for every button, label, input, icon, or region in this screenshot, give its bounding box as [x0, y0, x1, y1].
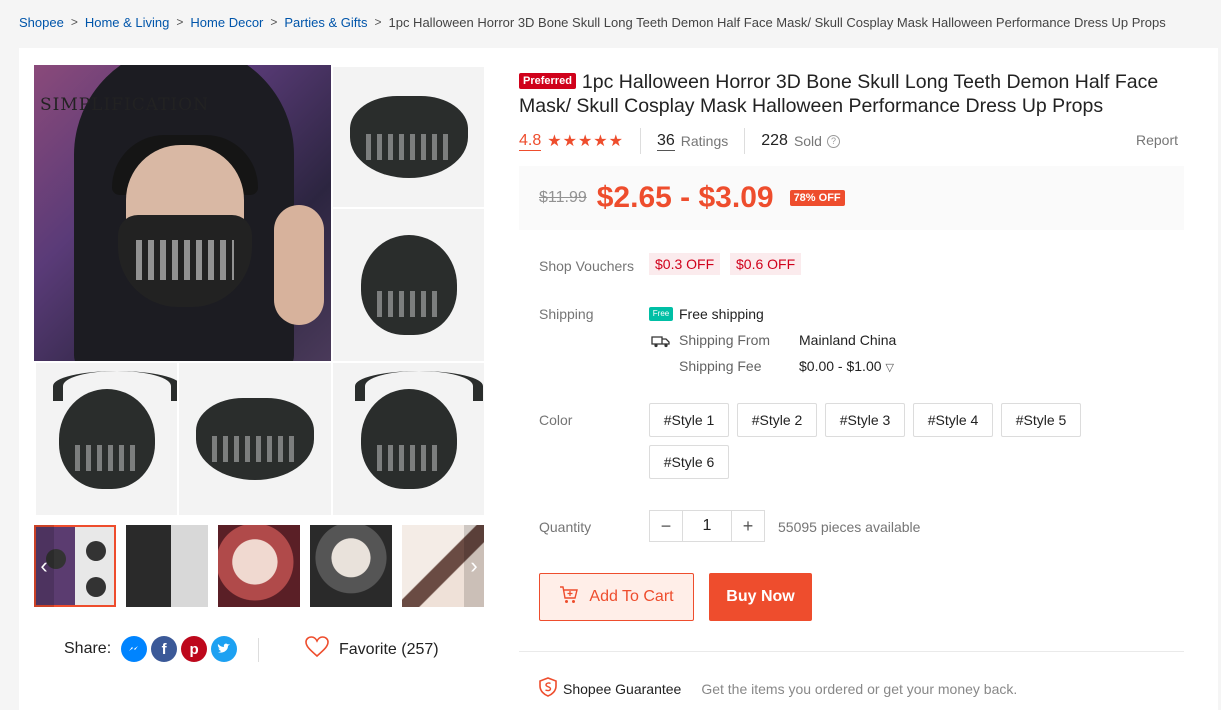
color-option-style-6[interactable]: #Style 6: [649, 445, 729, 479]
add-to-cart-label: Add To Cart: [589, 588, 674, 605]
main-product-image[interactable]: SIMPLIFICATION: [34, 65, 484, 515]
vouchers-label: Shop Vouchers: [539, 258, 634, 274]
add-to-cart-button[interactable]: Add To Cart: [539, 573, 694, 621]
product-card: SIMPLIFICATION ‹ › Share: f p Favorite (…: [19, 48, 1218, 710]
color-option-style-4[interactable]: #Style 4: [913, 403, 993, 437]
chevron-right-icon[interactable]: ›: [464, 525, 484, 607]
shipping-fee-dropdown[interactable]: $0.00 - $1.00 ▽: [799, 358, 894, 374]
price-box: $11.99 $2.65 - $3.09 78% OFF: [519, 166, 1184, 230]
divider: [258, 638, 259, 662]
color-option-style-1[interactable]: #Style 1: [649, 403, 729, 437]
rating-value[interactable]: 4.8: [519, 132, 542, 151]
color-option-style-3[interactable]: #Style 3: [825, 403, 905, 437]
breadcrumb-link-shopee[interactable]: Shopee: [19, 15, 64, 30]
voucher-chip[interactable]: $0.6 OFF: [730, 253, 802, 275]
shield-icon: [539, 677, 557, 700]
shipping-from-label: Shipping From: [679, 332, 771, 348]
color-option-style-5[interactable]: #Style 5: [1001, 403, 1081, 437]
discount-badge: 78% OFF: [789, 190, 845, 206]
mask-photo: [34, 361, 177, 515]
share-bar: Share: f p: [64, 636, 238, 662]
breadcrumb-current: 1pc Halloween Horror 3D Bone Skull Long …: [388, 14, 1166, 30]
ratings-count[interactable]: 36: [656, 132, 675, 151]
rating-stars-icon: ★★★★★: [547, 133, 624, 150]
product-title: Preferred 1pc Halloween Horror 3D Bone Sk…: [519, 70, 1199, 118]
color-option-style-2[interactable]: #Style 2: [737, 403, 817, 437]
chevron-right-icon: >: [70, 15, 78, 29]
breadcrumb-link-parties-gifts[interactable]: Parties & Gifts: [284, 15, 367, 30]
quantity-stepper: − 1 +: [649, 510, 765, 542]
divider: [639, 128, 641, 154]
favorite-label: Favorite (257): [339, 640, 439, 658]
mask-photo: [177, 361, 331, 515]
pinterest-icon[interactable]: p: [181, 636, 208, 662]
thumbnail-4[interactable]: [310, 525, 392, 607]
buy-now-button[interactable]: Buy Now: [709, 573, 812, 621]
quantity-input[interactable]: 1: [682, 511, 732, 541]
watermark-text: SIMPLIFICATION: [40, 95, 209, 115]
report-link[interactable]: Report: [1136, 132, 1178, 148]
current-price: $2.65 - $3.09: [596, 181, 774, 214]
preferred-badge: Preferred: [519, 73, 576, 89]
shopee-guarantee[interactable]: Shopee Guarantee Get the items you order…: [539, 677, 1017, 700]
messenger-icon[interactable]: [121, 636, 148, 662]
minus-icon[interactable]: −: [650, 511, 682, 541]
share-label: Share:: [64, 640, 112, 657]
chevron-right-icon: >: [176, 15, 184, 29]
guarantee-title: Shopee Guarantee: [563, 680, 682, 697]
divider: [744, 128, 746, 154]
chevron-left-icon[interactable]: ‹: [34, 525, 54, 607]
model-photo: SIMPLIFICATION: [34, 65, 331, 361]
chevron-down-icon: ▽: [885, 362, 894, 374]
plus-icon[interactable]: +: [732, 511, 764, 541]
shipping-from-value: Mainland China: [799, 332, 897, 348]
mask-photo: [331, 207, 484, 361]
divider: [519, 651, 1184, 652]
cart-icon: [559, 585, 579, 609]
shipping-fee-value: $0.00 - $1.00: [799, 358, 882, 374]
help-icon[interactable]: ?: [826, 134, 840, 148]
breadcrumb-link-home-living[interactable]: Home & Living: [85, 15, 170, 30]
product-stats: 4.8 ★★★★★ 36 Ratings 228 Sold ?: [519, 128, 840, 154]
product-title-text: 1pc Halloween Horror 3D Bone Skull Long …: [519, 71, 1159, 117]
mask-photo: [331, 65, 484, 207]
shipping-fee-label: Shipping Fee: [679, 358, 762, 374]
ratings-label: Ratings: [680, 133, 729, 149]
quantity-label: Quantity: [539, 519, 592, 535]
guarantee-text: Get the items you ordered or get your mo…: [701, 680, 1018, 697]
facebook-icon[interactable]: f: [151, 636, 178, 662]
twitter-icon[interactable]: [211, 636, 238, 662]
voucher-chip[interactable]: $0.3 OFF: [649, 253, 721, 275]
thumbnail-2[interactable]: [126, 525, 208, 607]
breadcrumb: Shopee > Home & Living > Home Decor > Pa…: [19, 13, 1166, 31]
favorite-button[interactable]: Favorite (257): [305, 636, 439, 663]
free-shipping-icon: Free: [649, 307, 673, 321]
sold-label: Sold: [793, 133, 822, 149]
shipping-label: Shipping: [539, 306, 594, 322]
mask-photo: [331, 361, 484, 515]
breadcrumb-link-home-decor[interactable]: Home Decor: [190, 15, 263, 30]
chevron-right-icon: >: [374, 15, 382, 29]
heart-icon: [305, 636, 329, 663]
color-label: Color: [539, 412, 573, 428]
original-price: $11.99: [539, 189, 587, 206]
sold-count: 228: [761, 132, 788, 149]
thumbnail-strip: [34, 525, 484, 607]
truck-icon: [651, 334, 671, 353]
stock-available: 55095 pieces available: [778, 519, 921, 535]
free-shipping-text: Free shipping: [679, 306, 764, 322]
thumbnail-3[interactable]: [218, 525, 300, 607]
chevron-right-icon: >: [270, 15, 278, 29]
